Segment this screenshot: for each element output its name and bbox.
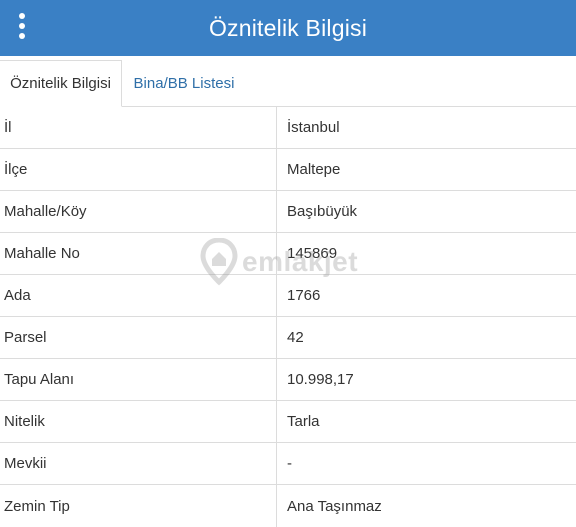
table-row: Mahalle No 145869: [0, 233, 576, 275]
attribute-key: Mahalle No: [0, 233, 277, 274]
attribute-value: 42: [287, 329, 304, 346]
tab-oznitelik-bilgisi[interactable]: Öznitelik Bilgisi: [0, 60, 122, 107]
attribute-key: İl: [0, 107, 277, 148]
menu-dot: [19, 33, 25, 39]
table-row: Mevkii -: [0, 443, 576, 485]
table-row: Parsel 42: [0, 317, 576, 359]
attribute-value: -: [287, 455, 292, 472]
menu-dot: [19, 13, 25, 19]
attribute-value: Tarla: [287, 413, 320, 430]
attribute-key: Tapu Alanı: [0, 359, 277, 400]
table-row: Ada 1766: [0, 275, 576, 317]
page-title: Öznitelik Bilgisi: [208, 14, 368, 41]
attribute-table: İl İstanbul İlçe Maltepe Mahalle/Köy Baş…: [0, 107, 576, 527]
attribute-value: Ana Taşınmaz: [287, 497, 382, 515]
attribute-key: İlçe: [0, 149, 277, 190]
table-row: Mahalle/Köy Başıbüyük: [0, 191, 576, 233]
attribute-value: 145869: [287, 245, 338, 262]
app-header: Öznitelik Bilgisi: [0, 0, 576, 56]
attribute-key: Parsel: [0, 317, 277, 358]
attribute-value: 10.998,17: [287, 371, 354, 388]
attribute-value: Maltepe: [287, 161, 341, 178]
tab-bina-bb-listesi[interactable]: Bina/BB Listesi: [122, 60, 246, 107]
attribute-key: Nitelik: [0, 401, 277, 442]
attribute-key: Zemin Tip: [0, 485, 277, 527]
more-vertical-icon[interactable]: [10, 10, 34, 42]
menu-dot: [19, 23, 25, 29]
attribute-key: Ada: [0, 275, 277, 316]
table-row: İl İstanbul: [0, 107, 576, 149]
tab-bar: Öznitelik Bilgisi Bina/BB Listesi: [0, 56, 576, 107]
attribute-value: Başıbüyük: [287, 203, 358, 220]
table-row: Tapu Alanı 10.998,17: [0, 359, 576, 401]
table-row: Zemin Tip Ana Taşınmaz: [0, 485, 576, 527]
attribute-value: 1766: [287, 287, 321, 304]
table-row: İlçe Maltepe: [0, 149, 576, 191]
table-row: Nitelik Tarla: [0, 401, 576, 443]
attribute-value: İstanbul: [287, 119, 340, 136]
attribute-key: Mevkii: [0, 443, 277, 484]
attribute-key: Mahalle/Köy: [0, 191, 277, 232]
